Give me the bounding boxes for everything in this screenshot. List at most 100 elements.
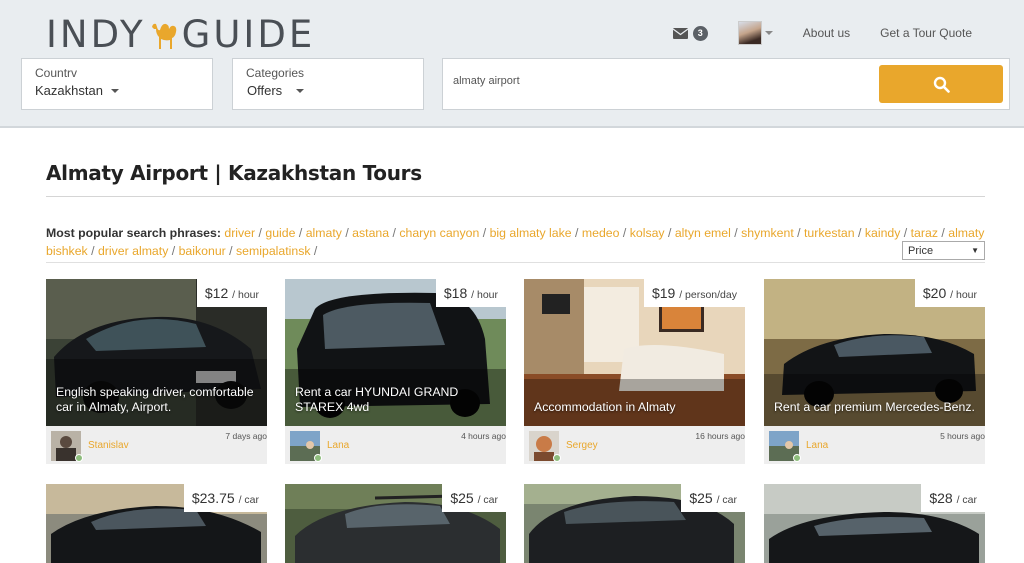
category-select[interactable]: Categories Offers — [232, 58, 424, 110]
search-phrase-link[interactable]: shymkent — [741, 226, 794, 240]
listing-photo[interactable]: $20 / hour Rent a car premium Mercedes-B… — [764, 279, 985, 426]
phrase-separator: / — [310, 244, 318, 258]
search-phrase-link[interactable]: driver almaty — [98, 244, 168, 258]
listing-photo[interactable]: $19 / person/day Accommodation in Almaty — [524, 279, 745, 426]
listing-card[interactable]: $23.75 / car — [46, 484, 267, 563]
price-value: $25 — [450, 490, 474, 506]
listing-card[interactable]: $20 / hour Rent a car premium Mercedes-B… — [764, 279, 985, 464]
search-phrase-link[interactable]: altyn emel — [675, 226, 731, 240]
search-phrase-link[interactable]: kaindy — [865, 226, 901, 240]
price-unit: / hour — [232, 289, 259, 301]
category-value: Offers — [247, 83, 283, 98]
chevron-down-icon — [110, 88, 119, 93]
search-phrase-link[interactable]: charyn canyon — [399, 226, 479, 240]
search-phrase-link[interactable]: turkestan — [804, 226, 855, 240]
price-unit: / car — [956, 494, 977, 506]
timestamp: 5 hours ago — [940, 431, 985, 441]
search-phrase-link[interactable]: semipalatinsk — [236, 244, 311, 258]
listing-title[interactable]: Rent a car HYUNDAI GRAND STAREX 4wd — [295, 385, 498, 415]
phrase-separator: / — [900, 226, 911, 240]
price-tag: $23.75 / car — [183, 484, 267, 512]
phrase-separator: / — [255, 226, 266, 240]
listing-card[interactable]: $25 / car — [285, 484, 506, 563]
phrase-separator: / — [341, 226, 353, 240]
avatar[interactable] — [290, 431, 322, 462]
divider — [46, 196, 985, 197]
listing-photo[interactable]: $25 / car — [524, 484, 745, 563]
search-button[interactable] — [879, 65, 1003, 103]
chevron-down-icon — [296, 88, 305, 93]
listing-photo[interactable]: $23.75 / car — [46, 484, 267, 563]
phrase-separator: / — [664, 226, 675, 240]
online-status-dot — [314, 454, 322, 462]
logo-text-left: INDY — [46, 12, 146, 56]
sort-select[interactable]: Price ▼ — [902, 241, 985, 260]
phrase-separator: / — [619, 226, 630, 240]
phrase-separator: / — [937, 226, 949, 240]
listing-card[interactable]: $18 / hour Rent a car HYUNDAI GRAND STAR… — [285, 279, 506, 464]
search-phrase-link[interactable]: baikonur — [179, 244, 226, 258]
sort-value: Price — [908, 244, 934, 257]
listing-title[interactable]: Accommodation in Almaty — [534, 400, 737, 415]
tour-quote-link[interactable]: Get a Tour Quote — [880, 26, 972, 40]
search-phrase-link[interactable]: big almaty lake — [490, 226, 572, 240]
card-footer: Sergey 16 hours ago — [524, 426, 745, 464]
search-phrase-link[interactable]: taraz — [911, 226, 938, 240]
listing-title[interactable]: Rent a car premium Mercedes-Benz. — [774, 400, 977, 415]
search-phrase-link[interactable]: guide — [265, 226, 295, 240]
user-name[interactable]: Lana — [806, 440, 828, 451]
avatar[interactable] — [51, 431, 83, 462]
search-phrase-link[interactable]: kolsay — [630, 226, 665, 240]
price-unit: / hour — [471, 289, 498, 301]
phrase-separator: / — [168, 244, 179, 258]
price-tag: $25 / car — [681, 484, 745, 512]
search-phrase-link[interactable]: medeo — [582, 226, 620, 240]
user-name[interactable]: Stanislav — [88, 440, 129, 451]
price-unit: / hour — [950, 289, 977, 301]
message-count-badge: 3 — [692, 25, 708, 41]
search-phrase-link[interactable]: driver — [224, 226, 255, 240]
listing-photo[interactable]: $18 / hour Rent a car HYUNDAI GRAND STAR… — [285, 279, 506, 426]
site-header: INDY GUIDE 3 About us Get a Tour Quote C… — [0, 0, 1024, 128]
listing-card[interactable]: $28 / car — [764, 484, 985, 563]
listing-title[interactable]: English speaking driver, comfortable car… — [56, 385, 259, 415]
avatar[interactable] — [529, 431, 561, 462]
online-status-dot — [75, 454, 83, 462]
site-logo[interactable]: INDY GUIDE — [46, 12, 315, 56]
phrase-separator: / — [389, 226, 400, 240]
listing-photo[interactable]: $28 / car — [764, 484, 985, 563]
user-name[interactable]: Sergey — [566, 440, 598, 451]
about-us-link[interactable]: About us — [803, 26, 850, 40]
phrase-separator: / — [730, 226, 742, 240]
messages-link[interactable]: 3 — [672, 25, 708, 41]
listing-photo[interactable]: $12 / hour English speaking driver, comf… — [46, 279, 267, 426]
top-nav: 3 About us Get a Tour Quote — [672, 18, 978, 48]
search-phrase-link[interactable]: almaty — [306, 226, 342, 240]
price-tag: $25 / car — [442, 484, 506, 512]
search-input[interactable] — [453, 75, 853, 87]
price-unit: / car — [716, 494, 737, 506]
online-status-dot — [793, 454, 801, 462]
listing-card[interactable]: $12 / hour English speaking driver, comf… — [46, 279, 267, 464]
listing-card[interactable]: $25 / car — [524, 484, 745, 563]
phrase-separator: / — [854, 226, 865, 240]
user-menu[interactable] — [737, 21, 773, 45]
search-phrase-link[interactable]: astana — [352, 226, 389, 240]
price-tag: $18 / hour — [435, 279, 506, 307]
listing-card[interactable]: $19 / person/day Accommodation in Almaty… — [524, 279, 745, 464]
popular-search-phrases: Most popular search phrases: driver / gu… — [46, 224, 996, 260]
category-label: Categories — [246, 66, 305, 80]
user-name[interactable]: Lana — [327, 440, 349, 451]
country-select[interactable]: Countrv Kazakhstan — [21, 58, 213, 110]
phrase-separator: / — [571, 226, 582, 240]
price-value: $19 — [651, 285, 676, 301]
online-status-dot — [553, 454, 561, 462]
price-unit: / car — [477, 494, 498, 506]
avatar[interactable] — [769, 431, 801, 462]
price-tag: $28 / car — [921, 484, 985, 512]
divider — [46, 262, 985, 263]
listing-photo[interactable]: $25 / car — [285, 484, 506, 563]
phrase-separator: / — [479, 226, 490, 240]
search-bar — [442, 58, 1010, 110]
price-value: $23.75 — [191, 490, 235, 506]
